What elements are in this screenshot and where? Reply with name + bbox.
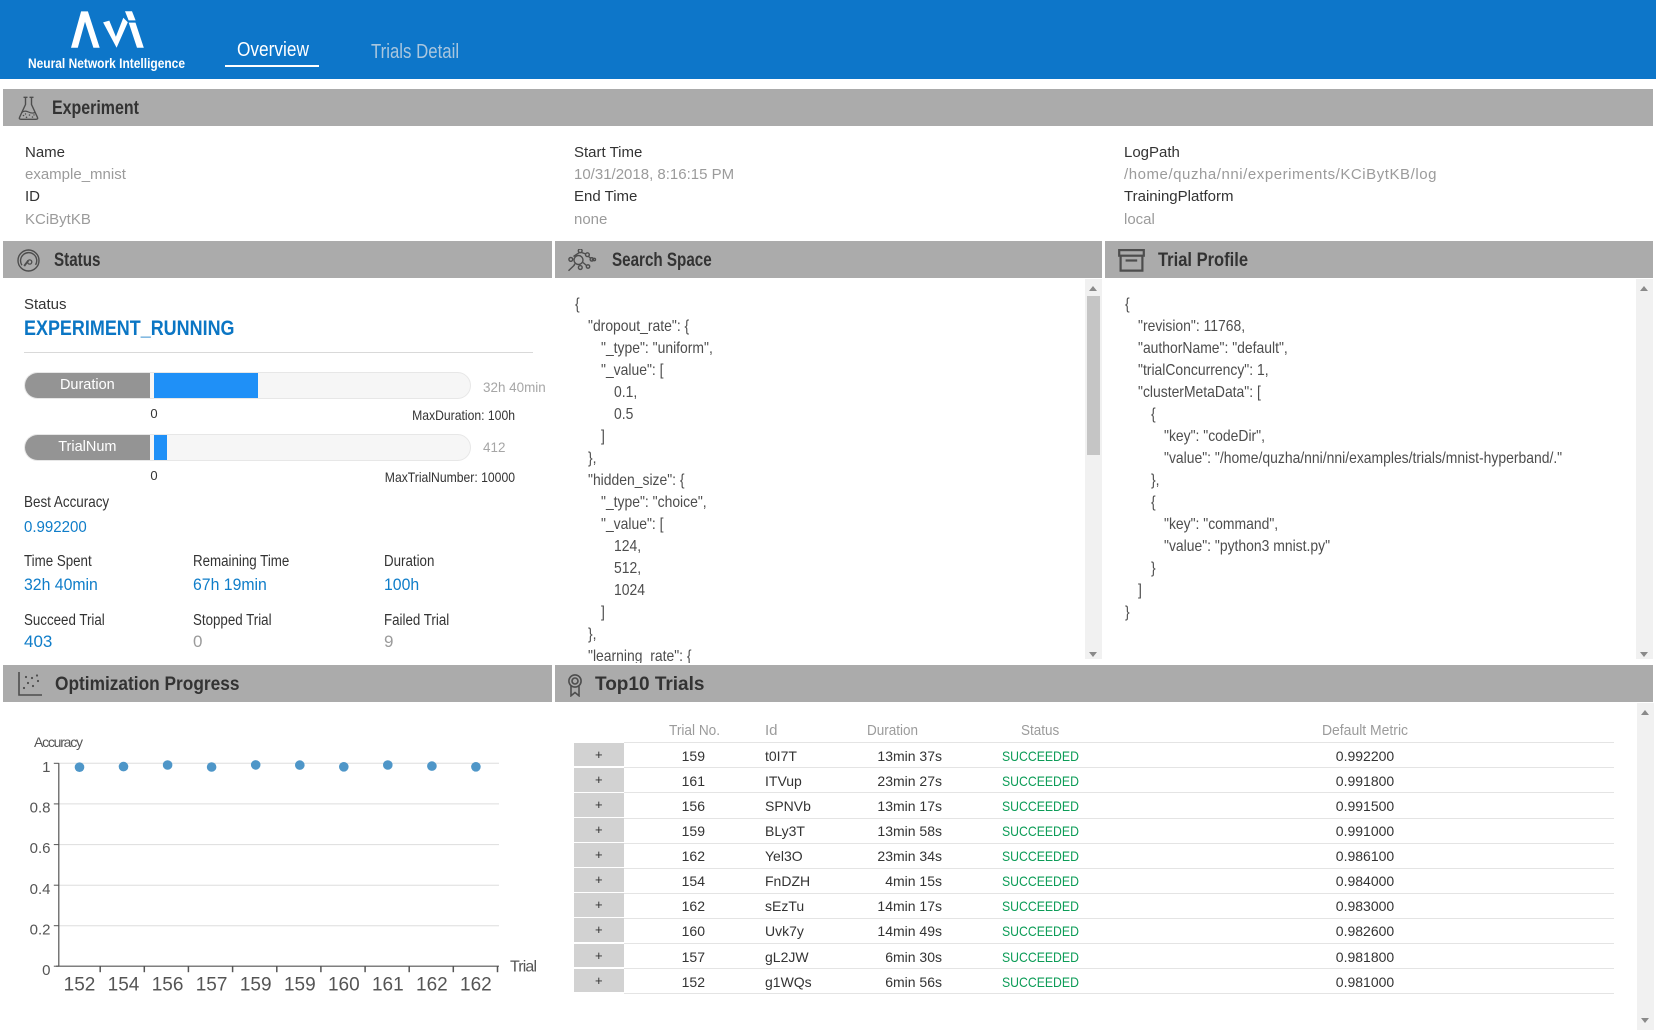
svg-text:0: 0 <box>42 962 50 979</box>
svg-text:161: 161 <box>372 974 404 995</box>
svg-text:152: 152 <box>64 974 96 995</box>
svg-text:Trial: Trial <box>510 959 537 976</box>
svg-text:157: 157 <box>196 974 228 995</box>
svg-text:160: 160 <box>328 974 360 995</box>
svg-text:0.8: 0.8 <box>30 800 51 817</box>
svg-text:1: 1 <box>42 759 50 776</box>
svg-text:Accuracy: Accuracy <box>34 734 83 750</box>
svg-text:159: 159 <box>284 974 316 995</box>
svg-text:154: 154 <box>108 974 140 995</box>
svg-text:159: 159 <box>240 974 272 995</box>
svg-text:0.6: 0.6 <box>30 840 51 857</box>
svg-text:162: 162 <box>460 974 492 995</box>
svg-text:162: 162 <box>416 974 448 995</box>
svg-text:0.2: 0.2 <box>30 921 51 938</box>
svg-text:0.4: 0.4 <box>30 881 51 898</box>
svg-text:156: 156 <box>152 974 184 995</box>
